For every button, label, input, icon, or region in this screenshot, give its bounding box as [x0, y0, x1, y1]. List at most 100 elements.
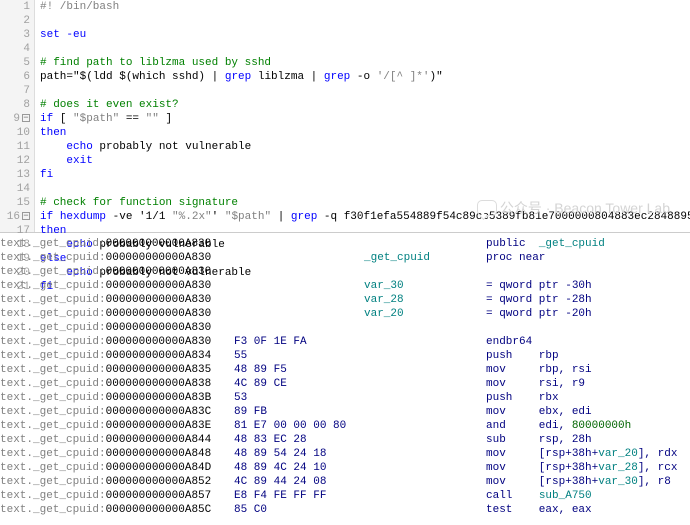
segment-addr: text._get_cpuid:000000000000A83C [0, 405, 234, 419]
code-line[interactable] [40, 42, 690, 56]
instruction: mov [rsp+38h+var_28], rcx [486, 461, 686, 475]
line-number: 10 [0, 126, 34, 140]
segment-addr: text._get_cpuid:000000000000A848 [0, 447, 234, 461]
disasm-row[interactable]: text._get_cpuid:000000000000A830var_30= … [0, 279, 690, 293]
code-line[interactable]: set -eu [40, 28, 690, 42]
segment-addr: text._get_cpuid:000000000000A830 [0, 265, 234, 279]
hex-bytes [234, 251, 364, 265]
code-line[interactable]: then [40, 126, 690, 140]
disasm-row[interactable]: text._get_cpuid:000000000000A84D48 89 4C… [0, 461, 690, 475]
line-number: 12 [0, 154, 34, 168]
code-line[interactable]: exit [40, 154, 690, 168]
hex-bytes: 85 C0 [234, 503, 364, 517]
arg-name [364, 419, 486, 433]
segment-addr: text._get_cpuid:000000000000A835 [0, 363, 234, 377]
arg-name [364, 377, 486, 391]
disasm-row[interactable]: text._get_cpuid:000000000000A8524C 89 44… [0, 475, 690, 489]
instruction [486, 265, 686, 279]
line-number: 9 [0, 112, 34, 126]
instruction: mov [rsp+38h+var_20], rdx [486, 447, 686, 461]
arg-name: var_20 [364, 307, 486, 321]
code-line[interactable]: if [ "$path" == "" ] [40, 112, 690, 126]
disasm-row[interactable]: text._get_cpuid:000000000000A830_get_cpu… [0, 251, 690, 265]
disasm-row[interactable]: text._get_cpuid:000000000000A83E81 E7 00… [0, 419, 690, 433]
code-line[interactable]: echo probably not vulnerable [40, 140, 690, 154]
code-line[interactable]: if hexdump -ve '1/1 "%.2x"' "$path" | gr… [40, 210, 690, 224]
disasm-row[interactable]: text._get_cpuid:000000000000A83B53push r… [0, 391, 690, 405]
disasm-row[interactable]: text._get_cpuid:000000000000A830 [0, 321, 690, 335]
instruction: mov rbp, rsi [486, 363, 686, 377]
segment-addr: text._get_cpuid:000000000000A83E [0, 419, 234, 433]
line-number: 5 [0, 56, 34, 70]
code-line[interactable]: # check for function signature [40, 196, 690, 210]
disasm-row[interactable]: text._get_cpuid:000000000000A857E8 F4 FE… [0, 489, 690, 503]
arg-name [364, 447, 486, 461]
code-line[interactable]: # find path to liblzma used by sshd [40, 56, 690, 70]
line-number-gutter: 123456789101112131415161718192021 [0, 0, 35, 232]
code-line[interactable]: path="$(ldd $(which sshd) | grep liblzma… [40, 70, 690, 84]
arg-name [364, 405, 486, 419]
instruction [486, 321, 686, 335]
arg-name [364, 391, 486, 405]
disasm-row[interactable]: text._get_cpuid:000000000000A85C85 C0tes… [0, 503, 690, 517]
instruction: and edi, 80000000h [486, 419, 686, 433]
segment-addr: text._get_cpuid:000000000000A830 [0, 279, 234, 293]
segment-addr: text._get_cpuid:000000000000A85C [0, 503, 234, 517]
code-line[interactable]: fi [40, 168, 690, 182]
segment-addr: text._get_cpuid:000000000000A83B [0, 391, 234, 405]
hex-bytes: 81 E7 00 00 00 80 [234, 419, 364, 433]
segment-addr: text._get_cpuid:000000000000A838 [0, 377, 234, 391]
line-number: 14 [0, 182, 34, 196]
arg-name: _get_cpuid [364, 251, 486, 265]
disasm-row[interactable]: text._get_cpuid:000000000000A830public _… [0, 237, 690, 251]
line-number: 4 [0, 42, 34, 56]
line-number: 1 [0, 0, 34, 14]
disasm-row[interactable]: text._get_cpuid:000000000000A830var_20= … [0, 307, 690, 321]
arg-name [364, 349, 486, 363]
hex-bytes: F3 0F 1E FA [234, 335, 364, 349]
hex-bytes: 89 FB [234, 405, 364, 419]
disasm-row[interactable]: text._get_cpuid:000000000000A83548 89 F5… [0, 363, 690, 377]
code-line[interactable] [40, 84, 690, 98]
fold-toggle-icon[interactable] [22, 212, 30, 220]
hex-bytes [234, 279, 364, 293]
segment-addr: text._get_cpuid:000000000000A834 [0, 349, 234, 363]
disasm-row[interactable]: text._get_cpuid:000000000000A84848 89 54… [0, 447, 690, 461]
arg-name [364, 335, 486, 349]
arg-name [364, 475, 486, 489]
fold-toggle-icon[interactable] [22, 114, 30, 122]
segment-addr: text._get_cpuid:000000000000A830 [0, 321, 234, 335]
hex-bytes: 4C 89 44 24 08 [234, 475, 364, 489]
segment-addr: text._get_cpuid:000000000000A830 [0, 293, 234, 307]
arg-name [364, 489, 486, 503]
disasm-row[interactable]: text._get_cpuid:000000000000A8384C 89 CE… [0, 377, 690, 391]
hex-bytes: 4C 89 CE [234, 377, 364, 391]
instruction: mov ebx, edi [486, 405, 686, 419]
instruction: endbr64 [486, 335, 686, 349]
disasm-row[interactable]: text._get_cpuid:000000000000A830 [0, 265, 690, 279]
code-line[interactable]: # does it even exist? [40, 98, 690, 112]
script-editor-pane: 123456789101112131415161718192021 #! /bi… [0, 0, 690, 233]
arg-name [364, 321, 486, 335]
line-number: 6 [0, 70, 34, 84]
disasm-row[interactable]: text._get_cpuid:000000000000A830var_28= … [0, 293, 690, 307]
arg-name [364, 237, 486, 251]
line-number: 15 [0, 196, 34, 210]
instruction: sub rsp, 28h [486, 433, 686, 447]
arg-name: var_30 [364, 279, 486, 293]
disasm-row[interactable]: text._get_cpuid:000000000000A84448 83 EC… [0, 433, 690, 447]
segment-addr: text._get_cpuid:000000000000A857 [0, 489, 234, 503]
hex-bytes [234, 237, 364, 251]
disasm-row[interactable]: text._get_cpuid:000000000000A83455push r… [0, 349, 690, 363]
arg-name [364, 363, 486, 377]
disasm-row[interactable]: text._get_cpuid:000000000000A830F3 0F 1E… [0, 335, 690, 349]
arg-name [364, 433, 486, 447]
hex-bytes: 48 89 54 24 18 [234, 447, 364, 461]
line-number: 2 [0, 14, 34, 28]
code-line[interactable] [40, 182, 690, 196]
code-line[interactable] [40, 14, 690, 28]
code-line[interactable]: #! /bin/bash [40, 0, 690, 14]
instruction: proc near [486, 251, 686, 265]
disasm-row[interactable]: text._get_cpuid:000000000000A83C89 FB mov… [0, 405, 690, 419]
disassembly-listing[interactable]: text._get_cpuid:000000000000A830public _… [0, 237, 690, 517]
